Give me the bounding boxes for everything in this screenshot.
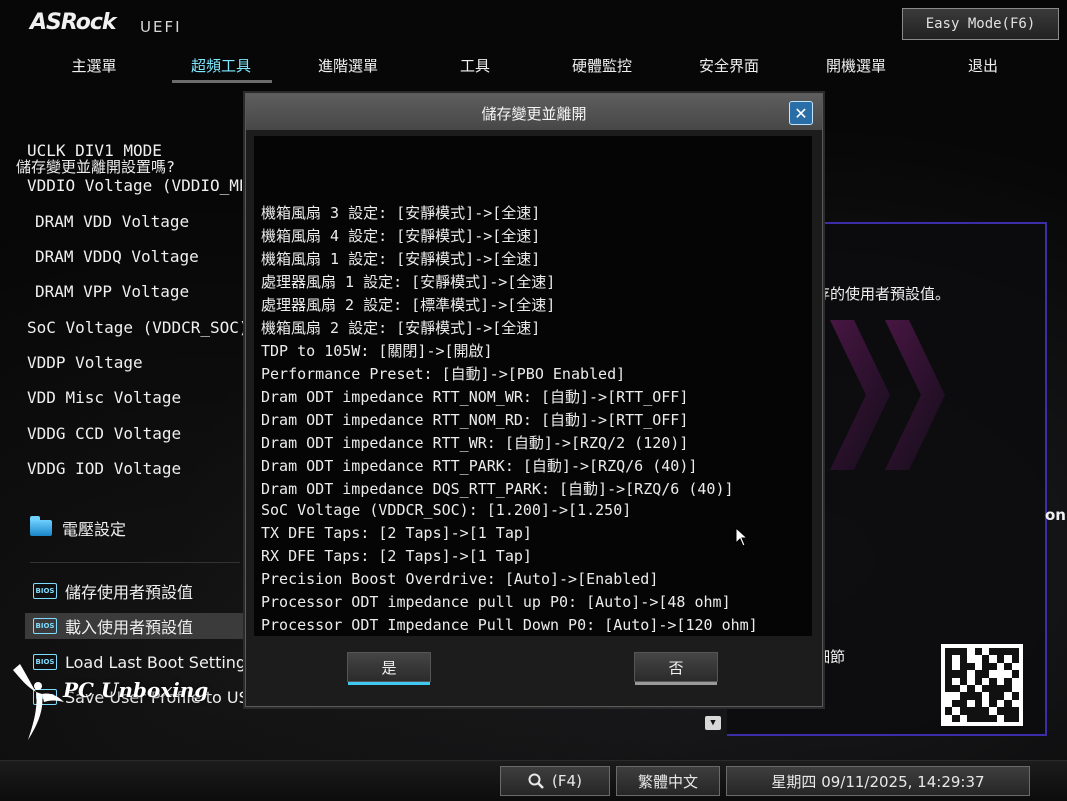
change-item: Processor ODT Impedance Pull Down P0: [A… — [261, 616, 758, 634]
brand-logo: ASRock — [30, 10, 117, 35]
save-user-defaults-item[interactable]: BIOS 儲存使用者預設值 — [33, 578, 193, 604]
scroll-down-icon[interactable]: ▼ — [705, 716, 721, 730]
menu-item-vddg-ccd[interactable]: VDDG CCD Voltage — [27, 424, 181, 443]
main-tabs: 主選單 超頻工具 進階選單 工具 硬體監控 安全界面 開機選單 退出 — [30, 55, 1060, 81]
change-item: Dram ODT impedance RTT_WR: [自動]->[RZQ/2 … — [261, 434, 689, 452]
change-item: TDP to 105W: [關閉]->[開啟] — [261, 342, 493, 360]
tab-security[interactable]: 安全界面 — [669, 55, 789, 76]
change-item: 機箱風扇 1 設定: [安靜模式]->[全速] — [261, 250, 541, 268]
tab-hw-monitor[interactable]: 硬體監控 — [542, 55, 662, 76]
voltage-settings-folder[interactable]: 電壓設定 — [30, 516, 126, 540]
brand-subtitle: UEFI — [140, 18, 182, 36]
change-item: Processor ODT impedance pull up P0: [Aut… — [261, 593, 731, 611]
change-item: Dram ODT impedance RTT_PARK: [自動]->[RZQ/… — [261, 457, 698, 475]
tab-boot[interactable]: 開機選單 — [796, 55, 916, 76]
datetime-display: 星期四 09/11/2025, 14:29:37 — [726, 766, 1030, 796]
menu-item-dram-vdd[interactable]: DRAM VDD Voltage — [35, 212, 189, 231]
watermark-text: PC Unboxing — [63, 678, 209, 702]
change-item: 機箱風扇 4 設定: [安靜模式]->[全速] — [261, 227, 541, 245]
mouse-cursor-icon — [735, 527, 749, 547]
language-button[interactable]: 繁體中文 — [616, 766, 720, 796]
change-item: Dram ODT impedance RTT_NOM_WR: [自動]->[RT… — [261, 388, 689, 406]
qr-code-icon — [941, 644, 1023, 726]
change-item: 機箱風扇 2 設定: [安靜模式]->[全速] — [261, 319, 541, 337]
yes-accent-bar — [348, 682, 430, 685]
search-icon — [528, 773, 544, 789]
menu-item-soc-voltage[interactable]: SoC Voltage (VDDCR_SOC) — [27, 318, 249, 337]
no-button[interactable]: 否 — [634, 652, 718, 685]
change-item: 處理器風扇 2 設定: [標準模式]->[全速] — [261, 296, 556, 314]
divider — [30, 562, 240, 563]
menu-item-vddp-voltage[interactable]: VDDP Voltage — [27, 353, 143, 372]
bios-icon: BIOS — [33, 583, 57, 599]
bios-item-label: 載入使用者預設值 — [65, 618, 194, 637]
search-shortcut: (F4) — [552, 772, 582, 790]
watermark: PC Unboxing — [8, 662, 208, 742]
change-item: Dram ODT impedance RTT_NOM_RD: [自動]->[RT… — [261, 411, 689, 429]
no-accent-bar — [635, 682, 717, 685]
description-text: 存的使用者預設值。 — [815, 285, 951, 303]
bios-item-label: 儲存使用者預設值 — [65, 583, 194, 602]
menu-item-vdd-misc[interactable]: VDD Misc Voltage — [27, 388, 181, 407]
folder-icon — [30, 516, 52, 536]
yes-button[interactable]: 是 — [347, 652, 431, 685]
bios-icon: BIOS — [33, 618, 57, 634]
yes-button-label: 是 — [381, 658, 397, 677]
tab-tool[interactable]: 工具 — [415, 55, 535, 76]
change-item: 處理器風扇 1 設定: [安靜模式]->[全速] — [261, 273, 556, 291]
change-item: TX DFE Taps: [2 Taps]->[1 Tap] — [261, 524, 532, 542]
menu-item-dram-vpp[interactable]: DRAM VPP Voltage — [35, 282, 189, 301]
dialog-question: 儲存變更並離開設置嗎? — [16, 158, 176, 176]
menu-item-dram-vddq[interactable]: DRAM VDDQ Voltage — [35, 247, 199, 266]
change-item: RX DFE Taps: [2 Taps]->[1 Tap] — [261, 547, 532, 565]
change-item: SoC Voltage (VDDCR_SOC): [1.200]->[1.250… — [261, 501, 632, 519]
change-item: Precision Boost Overdrive: [Auto]->[Enab… — [261, 570, 659, 588]
tab-main[interactable]: 主選單 — [34, 55, 154, 76]
folder-label: 電壓設定 — [62, 520, 127, 539]
dialog-header: 儲存變更並離開 ✕ — [246, 94, 822, 130]
tab-exit[interactable]: 退出 — [923, 55, 1043, 76]
angel-logo-icon — [13, 664, 64, 740]
no-button-label: 否 — [668, 658, 684, 677]
dialog-title: 儲存變更並離開 — [481, 105, 587, 123]
change-item: Performance Preset: [自動]->[PBO Enabled] — [261, 365, 626, 383]
menu-item-vddg-iod[interactable]: VDDG IOD Voltage — [27, 459, 181, 478]
change-item: 機箱風扇 3 設定: [安靜模式]->[全速] — [261, 204, 541, 222]
edge-text: on — [1045, 506, 1066, 524]
easy-mode-button[interactable]: Easy Mode(F6) — [902, 8, 1059, 40]
menu-item-vddio-voltage[interactable]: VDDIO Voltage (VDDIO_MEM_S — [27, 176, 242, 195]
close-icon[interactable]: ✕ — [789, 101, 813, 125]
load-user-defaults-item[interactable]: BIOS 載入使用者預設值 — [25, 613, 247, 639]
tab-oc-tweaker[interactable]: 超頻工具 — [161, 55, 281, 76]
change-item: Dram ODT impedance DQS_RTT_PARK: [自動]->[… — [261, 480, 734, 498]
search-button[interactable]: (F4) — [500, 766, 610, 796]
tab-advanced[interactable]: 進階選單 — [288, 55, 408, 76]
active-tab-indicator — [172, 80, 272, 83]
